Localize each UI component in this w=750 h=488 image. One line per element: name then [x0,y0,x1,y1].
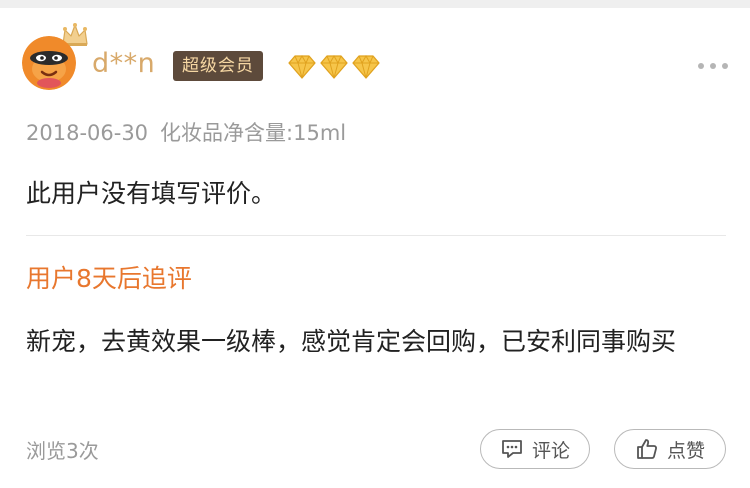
dot-icon [710,63,716,69]
diamond-icon [320,54,348,79]
user-avatar-group[interactable] [20,22,90,94]
dot-icon [698,63,704,69]
comment-label: 评论 [531,439,570,462]
vip-level-diamonds [287,54,381,80]
comment-icon [502,440,522,458]
thumbs-up-icon [637,439,657,459]
followup-text: 新宠，去黄效果一级棒，感觉肯定会回购，已安利同事购买 [26,327,677,356]
followup-title: 用户8天后追评 [26,264,192,293]
diamond-icon [352,54,380,79]
username[interactable]: d**n [92,48,155,80]
view-count: 浏览3次 [26,439,99,463]
comment-button[interactable]: 评论 [480,429,590,469]
review-date: 2018-06-30 [26,121,149,145]
like-button[interactable]: 点赞 [614,429,726,469]
divider [26,235,726,236]
review-text: 此用户没有填写评价。 [26,179,277,208]
dot-icon [722,63,728,69]
fox-avatar-icon [22,36,76,90]
product-spec: 化妆品净含量:15ml [160,121,347,145]
diamond-icon [288,54,316,79]
vip-badge: 超级会员 [173,51,263,81]
like-label: 点赞 [666,439,705,462]
review-meta: 2018-06-30 化妆品净含量:15ml [26,118,346,148]
avatar [22,36,76,90]
top-separator-bar [0,0,750,8]
more-options-button[interactable] [698,56,728,76]
